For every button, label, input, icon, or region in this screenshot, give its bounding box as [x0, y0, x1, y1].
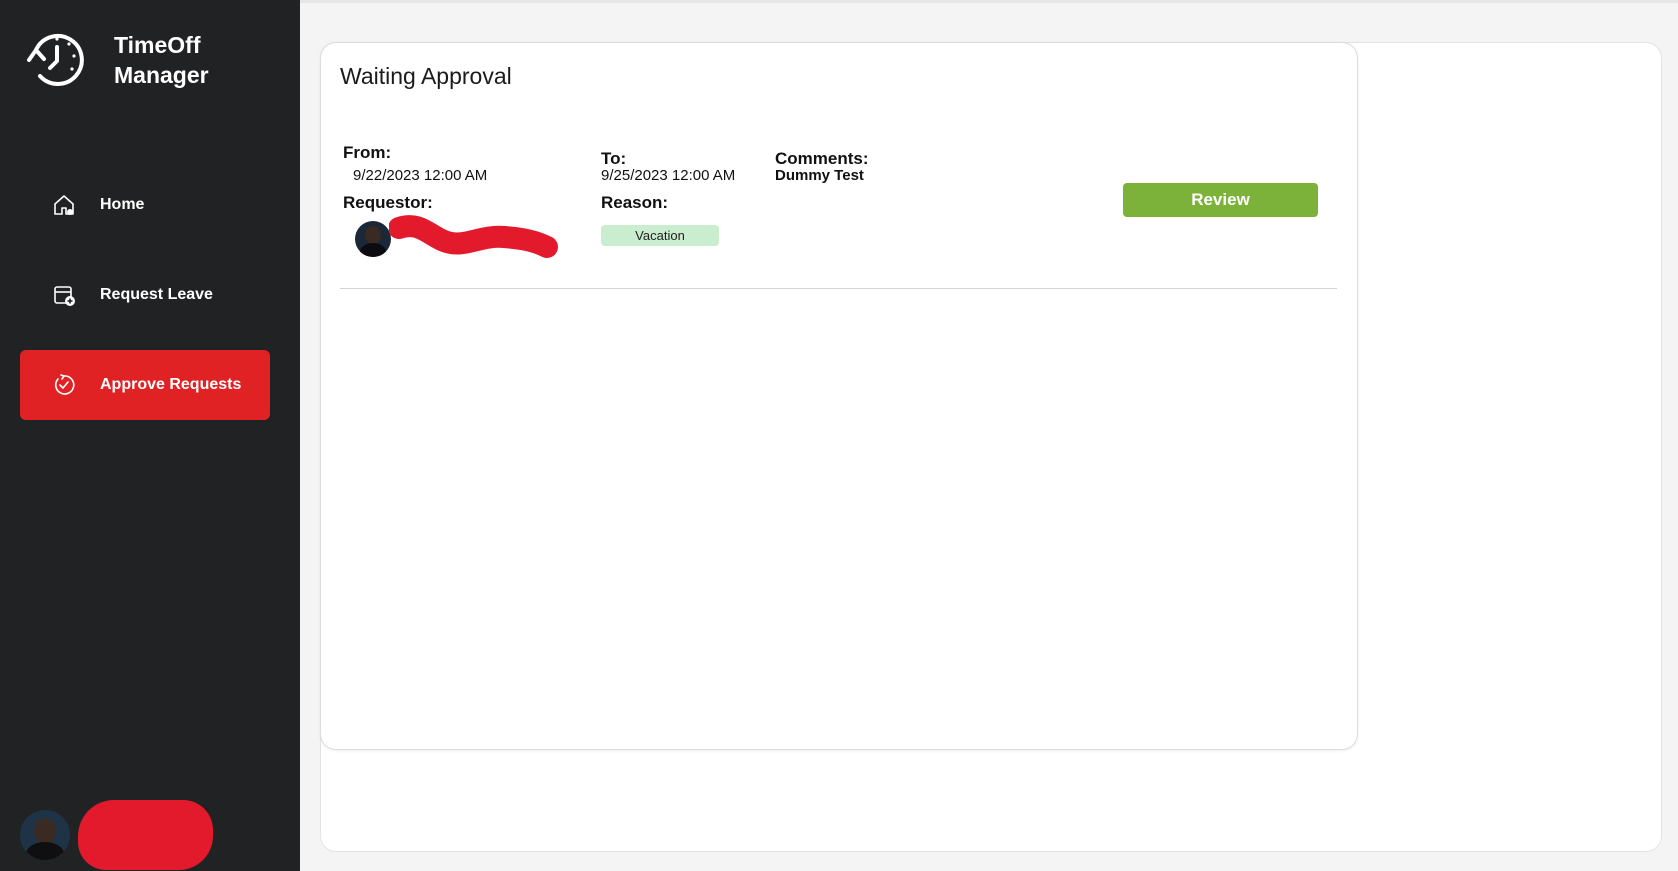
- avatar-shirt: [360, 243, 386, 257]
- redacted-requestor-name: [389, 215, 558, 258]
- to-label: To:: [601, 149, 627, 168]
- home-icon: [52, 193, 76, 217]
- reason-badge: Vacation: [601, 225, 719, 246]
- redacted-user-name: [78, 800, 213, 870]
- sidebar-item-label: Approve Requests: [100, 376, 242, 393]
- sidebar-nav: Home Request Leave Approve Requests: [20, 170, 270, 440]
- review-button[interactable]: Review: [1123, 183, 1318, 217]
- sidebar-item-request-leave[interactable]: Request Leave: [20, 260, 270, 330]
- clock-history-icon: [24, 28, 86, 90]
- from-value: 9/22/2023 12:00 AM: [353, 167, 488, 184]
- sidebar-item-approve-requests[interactable]: Approve Requests: [20, 350, 270, 420]
- avatar-face: [365, 226, 381, 244]
- app-title-line1: TimeOff: [114, 32, 201, 58]
- avatar-face: [34, 818, 56, 844]
- refresh-check-icon: [52, 373, 76, 397]
- from-label: From:: [343, 143, 392, 162]
- sidebar-item-label: Request Leave: [100, 286, 213, 303]
- sidebar-item-home[interactable]: Home: [20, 170, 270, 240]
- comments-label: Comments:: [775, 149, 869, 168]
- reason-label: Reason:: [601, 193, 669, 212]
- sidebar: TimeOff Manager Home Request Leave Appro…: [0, 0, 300, 871]
- avatar-shirt: [26, 842, 64, 860]
- avatar[interactable]: [20, 810, 70, 860]
- user-profile[interactable]: [20, 800, 213, 870]
- comments-value: Dummy Test: [775, 167, 864, 184]
- app-title: TimeOff Manager: [114, 30, 234, 90]
- row-divider: [340, 288, 1337, 289]
- requestor-avatar: [355, 221, 391, 257]
- brand: TimeOff Manager: [24, 28, 234, 90]
- waiting-approval-card: Waiting Approval From: 9/22/2023 12:00 A…: [320, 42, 1358, 750]
- sidebar-item-label: Home: [100, 196, 145, 213]
- calendar-add-icon: [52, 283, 76, 307]
- page-title: Waiting Approval: [340, 63, 512, 89]
- app-title-line2: Manager: [114, 62, 209, 88]
- to-value: 9/25/2023 12:00 AM: [601, 167, 736, 184]
- requestor-label: Requestor:: [343, 193, 433, 212]
